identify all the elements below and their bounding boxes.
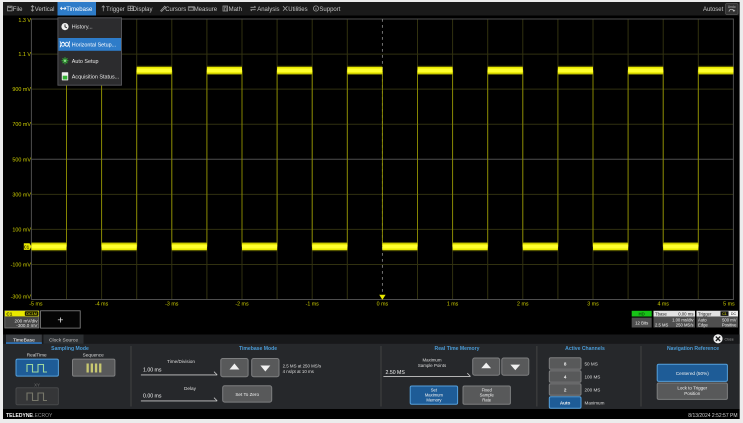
svg-text:Display: Display: [133, 7, 153, 13]
svg-text:-4 ms: -4 ms: [95, 302, 109, 308]
svg-text:Cursors: Cursors: [165, 7, 186, 13]
svg-text:-100 mV: -100 mV: [11, 262, 32, 268]
svg-text:Centered (50%): Centered (50%): [676, 371, 710, 376]
svg-text:C1: C1: [722, 312, 727, 316]
svg-text:Undo: Undo: [728, 5, 736, 9]
svg-text:DC1M: DC1M: [26, 312, 37, 316]
svg-text:Acquisition Status...: Acquisition Status...: [72, 75, 119, 81]
svg-text:XY: XY: [34, 382, 40, 387]
svg-text:300 mV: 300 mV: [12, 192, 31, 198]
svg-text:1 ms: 1 ms: [447, 302, 459, 308]
svg-text:0 ms: 0 ms: [377, 302, 389, 308]
svg-text:C1: C1: [24, 244, 30, 249]
svg-text:Vertical: Vertical: [35, 7, 55, 13]
svg-text:8: 8: [564, 362, 567, 367]
svg-text:Sampling Mode: Sampling Mode: [51, 346, 89, 352]
svg-text:2.5 MS: 2.5 MS: [655, 323, 668, 328]
svg-text:TimeBase: TimeBase: [13, 337, 35, 343]
svg-text:Positive: Positive: [722, 323, 737, 328]
svg-text:Close: Close: [725, 337, 734, 341]
svg-text:Clock Source: Clock Source: [49, 337, 78, 343]
svg-text:50 MS: 50 MS: [585, 362, 598, 367]
svg-text:-300.0 mV: -300.0 mV: [16, 323, 38, 328]
svg-text:Lock to Trigger: Lock to Trigger: [677, 386, 707, 391]
svg-text:Trigger: Trigger: [106, 7, 125, 13]
svg-text:Auto: Auto: [560, 401, 571, 406]
svg-text:100 mV: 100 mV: [12, 227, 31, 233]
svg-text:Measure: Measure: [194, 7, 218, 13]
svg-text:8/13/2024 2:52:57 PM: 8/13/2024 2:52:57 PM: [688, 413, 737, 419]
svg-text:Active Channels: Active Channels: [565, 346, 605, 352]
svg-text:Trigger: Trigger: [698, 311, 712, 316]
svg-text:-300 mV: -300 mV: [11, 295, 32, 301]
svg-text:Sample Points: Sample Points: [418, 363, 447, 368]
svg-text:Navigation Reference: Navigation Reference: [667, 346, 719, 352]
svg-text:Edge: Edge: [698, 323, 708, 328]
svg-text:0.00 ms: 0.00 ms: [143, 394, 162, 400]
svg-text:250 MS/s: 250 MS/s: [676, 323, 694, 328]
svg-text:Utilities: Utilities: [288, 7, 307, 13]
svg-text:500 mV: 500 mV: [12, 157, 31, 163]
svg-text:100 MS: 100 MS: [585, 375, 601, 380]
svg-text:-2 ms: -2 ms: [235, 302, 249, 308]
svg-text:Horizontal Setup...: Horizontal Setup...: [72, 42, 116, 48]
svg-text:5 ms: 5 ms: [723, 302, 735, 308]
svg-text:4 ns/pt at 10 ms: 4 ns/pt at 10 ms: [283, 369, 315, 374]
svg-text:4 ms: 4 ms: [657, 302, 669, 308]
svg-text:-3 ms: -3 ms: [165, 302, 179, 308]
svg-text:2.5 MS at 250 MS/s: 2.5 MS at 250 MS/s: [283, 363, 322, 368]
svg-text:2: 2: [564, 388, 567, 393]
svg-text:1.3 V: 1.3 V: [18, 18, 31, 24]
svg-text:HD: HD: [639, 312, 645, 317]
svg-text:3 ms: 3 ms: [587, 302, 599, 308]
svg-text:Analysis: Analysis: [257, 7, 279, 13]
svg-text:Set To Zero: Set To Zero: [235, 392, 259, 397]
svg-text:1.1 V: 1.1 V: [18, 52, 31, 58]
svg-text:Time/Division: Time/Division: [167, 359, 195, 364]
svg-text:900 mV: 900 mV: [12, 87, 31, 93]
svg-text:File: File: [13, 7, 23, 13]
svg-text:LECROY: LECROY: [32, 413, 53, 419]
svg-text:TELEDYNE: TELEDYNE: [6, 413, 33, 419]
svg-text:Autoset: Autoset: [703, 7, 724, 13]
svg-text:Timebase: Timebase: [66, 7, 93, 13]
svg-text:Memory: Memory: [426, 397, 442, 402]
svg-text:Auto Setup: Auto Setup: [72, 59, 99, 65]
svg-text:Maximum: Maximum: [422, 357, 441, 362]
svg-text:Tbase: Tbase: [655, 311, 668, 316]
svg-text:2.50 MS: 2.50 MS: [386, 370, 406, 376]
svg-text:Real Time Memory: Real Time Memory: [435, 346, 480, 352]
svg-text:2 ms: 2 ms: [517, 302, 529, 308]
svg-text:RealTime: RealTime: [27, 352, 47, 357]
svg-text:4: 4: [564, 375, 567, 380]
svg-text:Rate: Rate: [482, 397, 492, 402]
svg-text:700 mV: 700 mV: [12, 122, 31, 128]
svg-text:History...: History...: [72, 25, 93, 31]
svg-text:1.00 ms: 1.00 ms: [143, 368, 162, 374]
svg-text:Math: Math: [229, 7, 242, 13]
svg-text:-5 ms: -5 ms: [29, 302, 43, 308]
svg-text:200 MS: 200 MS: [585, 388, 601, 393]
svg-text:Delay: Delay: [184, 386, 197, 391]
svg-text:0.00 ms: 0.00 ms: [678, 311, 693, 316]
svg-text:-1 ms: -1 ms: [306, 302, 320, 308]
svg-text:DC: DC: [731, 312, 737, 316]
svg-text:Position: Position: [684, 391, 701, 396]
svg-text:12 Bits: 12 Bits: [635, 321, 648, 326]
svg-text:Timebase Mode: Timebase Mode: [239, 346, 277, 352]
svg-text:Support: Support: [319, 7, 340, 13]
svg-text:Sequence: Sequence: [83, 352, 105, 357]
svg-text:+: +: [57, 315, 63, 327]
svg-text:Maximum: Maximum: [585, 401, 605, 406]
svg-text:C1: C1: [6, 311, 12, 316]
